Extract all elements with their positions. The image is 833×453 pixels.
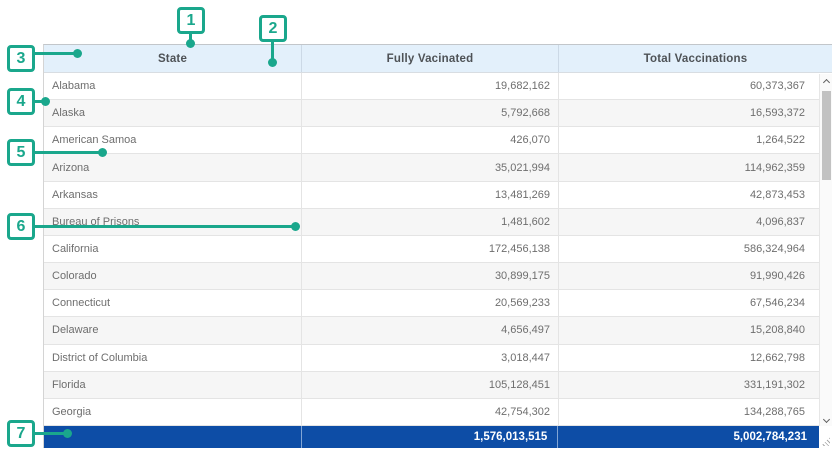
callout-2-badge: 2: [259, 15, 287, 42]
fully-vaccinated-cell: 13,481,269: [302, 182, 559, 208]
callout-2-dot: [268, 58, 277, 67]
state-cell: Colorado: [44, 263, 302, 289]
callout-7-number: 7: [17, 425, 26, 443]
state-cell: American Samoa: [44, 127, 302, 153]
total-vaccinations-cell: 16,593,372: [559, 100, 832, 126]
table-row[interactable]: District of Columbia3,018,44712,662,798: [44, 345, 832, 372]
state-cell: Bureau of Prisons: [44, 209, 302, 235]
table-row[interactable]: Alabama19,682,16260,373,367: [44, 73, 832, 100]
callout-6-dot: [291, 222, 300, 231]
table-row[interactable]: Delaware4,656,49715,208,840: [44, 317, 832, 344]
total-total-vaccinations-cell: 5,002,784,231: [558, 426, 819, 448]
callout-4-badge: 4: [7, 88, 35, 115]
total-fully-vaccinated-cell: 1,576,013,515: [302, 426, 559, 448]
total-vaccinations-cell: 114,962,359: [559, 154, 832, 180]
state-cell: Georgia: [44, 399, 302, 425]
attribute-table: State Fully Vacinated Total Vaccinations…: [43, 44, 832, 448]
fully-vaccinated-cell: 105,128,451: [302, 372, 559, 398]
column-header-state[interactable]: State: [44, 45, 302, 72]
callout-3-connector: [34, 52, 78, 55]
state-cell: Arkansas: [44, 182, 302, 208]
state-cell: California: [44, 236, 302, 262]
total-vaccinations-cell: 60,373,367: [559, 73, 832, 99]
callout-3-dot: [73, 49, 82, 58]
scroll-down-button[interactable]: [820, 413, 832, 427]
total-vaccinations-cell: 134,288,765: [559, 399, 832, 425]
table-body: Alabama19,682,16260,373,367Alaska5,792,6…: [44, 73, 832, 426]
total-vaccinations-cell: 42,873,453: [559, 182, 832, 208]
column-header-total-vaccinations[interactable]: Total Vaccinations: [559, 45, 832, 72]
resize-grip-icon[interactable]: [821, 437, 830, 446]
state-cell: Alaska: [44, 100, 302, 126]
total-vaccinations-cell: 331,191,302: [559, 372, 832, 398]
table-row[interactable]: Connecticut20,569,23367,546,234: [44, 290, 832, 317]
callout-3-number: 3: [17, 50, 26, 68]
callout-6-connector: [34, 225, 296, 228]
table-row[interactable]: Florida105,128,451331,191,302: [44, 372, 832, 399]
table-header-row: State Fully Vacinated Total Vaccinations: [44, 45, 832, 73]
state-cell: Delaware: [44, 317, 302, 343]
fully-vaccinated-cell: 172,456,138: [302, 236, 559, 262]
state-cell: Alabama: [44, 73, 302, 99]
table-row[interactable]: Alaska5,792,66816,593,372: [44, 100, 832, 127]
chevron-down-icon: [822, 415, 829, 422]
fully-vaccinated-cell: 5,792,668: [302, 100, 559, 126]
table-corner: [819, 426, 832, 448]
fully-vaccinated-cell: 19,682,162: [302, 73, 559, 99]
callout-5-connector: [34, 151, 103, 154]
total-vaccinations-cell: 4,096,837: [559, 209, 832, 235]
callout-5-badge: 5: [7, 139, 35, 166]
fully-vaccinated-cell: 426,070: [302, 127, 559, 153]
column-header-fully-vaccinated[interactable]: Fully Vacinated: [302, 45, 559, 72]
table-row[interactable]: Arkansas13,481,26942,873,453: [44, 182, 832, 209]
chevron-up-icon: [822, 78, 829, 85]
table-total-row: 1,576,013,515 5,002,784,231: [44, 426, 832, 448]
callout-2-number: 2: [269, 20, 278, 38]
table-row[interactable]: Georgia42,754,302134,288,765: [44, 399, 832, 426]
total-vaccinations-cell: 586,324,964: [559, 236, 832, 262]
annotated-screenshot: State Fully Vacinated Total Vaccinations…: [0, 0, 833, 453]
fully-vaccinated-cell: 3,018,447: [302, 345, 559, 371]
callout-4-number: 4: [17, 93, 26, 111]
fully-vaccinated-cell: 42,754,302: [302, 399, 559, 425]
callout-5-number: 5: [17, 144, 26, 162]
state-cell: Arizona: [44, 154, 302, 180]
scroll-up-button[interactable]: [820, 74, 832, 88]
callout-4-dot: [41, 97, 50, 106]
fully-vaccinated-cell: 4,656,497: [302, 317, 559, 343]
total-vaccinations-cell: 1,264,522: [559, 127, 832, 153]
fully-vaccinated-cell: 1,481,602: [302, 209, 559, 235]
total-vaccinations-cell: 12,662,798: [559, 345, 832, 371]
total-state-cell: [44, 426, 302, 448]
table-row[interactable]: California172,456,138586,324,964: [44, 236, 832, 263]
callout-7-dot: [63, 429, 72, 438]
callout-1-badge: 1: [177, 7, 205, 34]
fully-vaccinated-cell: 35,021,994: [302, 154, 559, 180]
callout-1-number: 1: [187, 12, 196, 30]
table-row[interactable]: Colorado30,899,17591,990,426: [44, 263, 832, 290]
total-vaccinations-cell: 91,990,426: [559, 263, 832, 289]
table-row[interactable]: Arizona35,021,994114,962,359: [44, 154, 832, 181]
table-row[interactable]: Bureau of Prisons1,481,6024,096,837: [44, 209, 832, 236]
fully-vaccinated-cell: 30,899,175: [302, 263, 559, 289]
vertical-scrollbar[interactable]: [819, 74, 832, 427]
state-cell: Florida: [44, 372, 302, 398]
total-vaccinations-cell: 67,546,234: [559, 290, 832, 316]
callout-1-dot: [186, 39, 195, 48]
callout-7-badge: 7: [7, 420, 35, 447]
callout-6-number: 6: [17, 218, 26, 236]
callout-5-dot: [98, 148, 107, 157]
scrollbar-thumb[interactable]: [822, 91, 831, 180]
table-row[interactable]: American Samoa426,0701,264,522: [44, 127, 832, 154]
callout-3-badge: 3: [7, 45, 35, 72]
fully-vaccinated-cell: 20,569,233: [302, 290, 559, 316]
total-vaccinations-cell: 15,208,840: [559, 317, 832, 343]
state-cell: District of Columbia: [44, 345, 302, 371]
state-cell: Connecticut: [44, 290, 302, 316]
callout-6-badge: 6: [7, 213, 35, 240]
